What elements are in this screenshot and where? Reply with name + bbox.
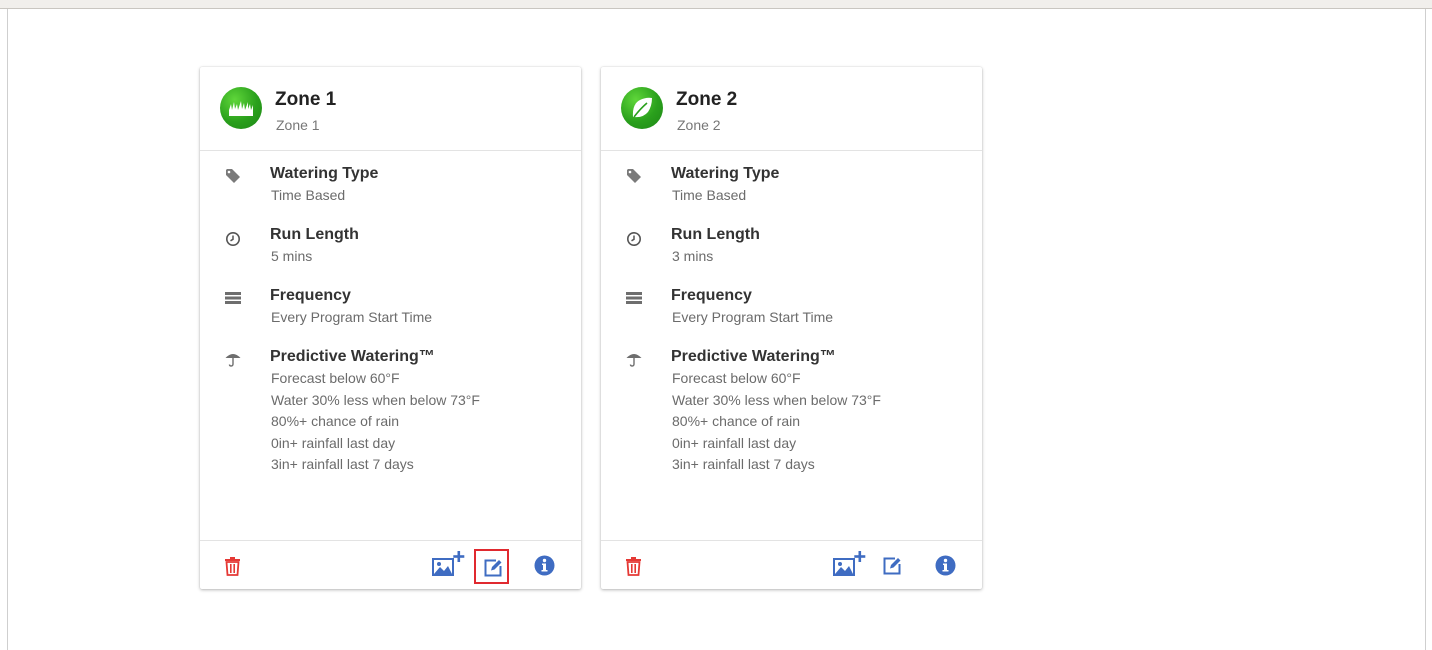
edit-icon (883, 557, 901, 575)
edit-button[interactable] (474, 549, 509, 584)
clock-icon (226, 232, 240, 246)
item-value: Every Program Start Time (271, 309, 433, 325)
zone-avatar (220, 87, 262, 129)
item-title: Predictive Watering™ (270, 348, 435, 365)
list-icon (225, 292, 241, 304)
item-title: Watering Type (270, 165, 379, 182)
item-value: Every Program Start Time (672, 309, 834, 325)
edit-icon (484, 559, 502, 577)
leaf-icon (632, 97, 652, 118)
item-title: Frequency (671, 287, 752, 304)
item-value: 3 mins (672, 248, 714, 264)
tag-icon (627, 169, 641, 183)
zone-subtitle: Zone 1 (276, 117, 320, 133)
item-value: Time Based (271, 187, 346, 203)
frame-border-right (1425, 9, 1426, 650)
item-title: Run Length (671, 226, 760, 243)
list-icon (626, 292, 642, 304)
trash-icon[interactable] (625, 556, 642, 576)
item-value: 3in+ rainfall last 7 days (672, 456, 815, 472)
add-image-icon[interactable] (832, 550, 866, 578)
info-icon[interactable] (534, 555, 555, 576)
zone-card-footer (601, 540, 982, 590)
zone-title: Zone 1 (275, 89, 337, 110)
clock-icon (627, 232, 641, 246)
item-value: Time Based (672, 187, 747, 203)
item-value: Water 30% less when below 73°F (271, 391, 480, 408)
item-value: Water 30% less when below 73°F (672, 391, 881, 408)
umbrella-icon (626, 354, 642, 367)
frame-border-left (7, 9, 8, 650)
item-title: Frequency (270, 287, 351, 304)
item-value: 80%+ chance of rain (271, 413, 400, 429)
edit-button[interactable] (875, 549, 910, 584)
zone-title: Zone 2 (676, 89, 738, 110)
item-title: Predictive Watering™ (671, 348, 836, 365)
trash-icon[interactable] (224, 556, 241, 576)
grass-icon (229, 101, 253, 116)
add-image-icon[interactable] (431, 550, 465, 578)
zone-card-header: Zone 2 Zone 2 (601, 67, 982, 151)
zone-subtitle: Zone 2 (677, 117, 721, 133)
zone-card-footer (200, 540, 581, 590)
item-value: 80%+ chance of rain (672, 413, 801, 429)
item-title: Run Length (270, 226, 359, 243)
top-toolbar (0, 0, 1432, 9)
item-value: 5 mins (271, 248, 313, 264)
zone-card-header: Zone 1 Zone 1 (200, 67, 581, 151)
zone-avatar (621, 87, 663, 129)
item-value: 0in+ rainfall last day (672, 434, 797, 451)
item-value: Forecast below 60°F (672, 370, 801, 386)
tag-icon (226, 169, 240, 183)
umbrella-icon (225, 354, 241, 367)
zone-card: Zone 1 Zone 1 Watering Type Time Based R… (200, 67, 581, 589)
item-value: Forecast below 60°F (271, 370, 400, 386)
item-title: Watering Type (671, 165, 780, 182)
item-value: 3in+ rainfall last 7 days (271, 456, 414, 472)
item-value: 0in+ rainfall last day (271, 434, 396, 451)
zone-card: Zone 2 Zone 2 Watering Type Time Based R… (601, 67, 982, 589)
info-icon[interactable] (935, 555, 956, 576)
